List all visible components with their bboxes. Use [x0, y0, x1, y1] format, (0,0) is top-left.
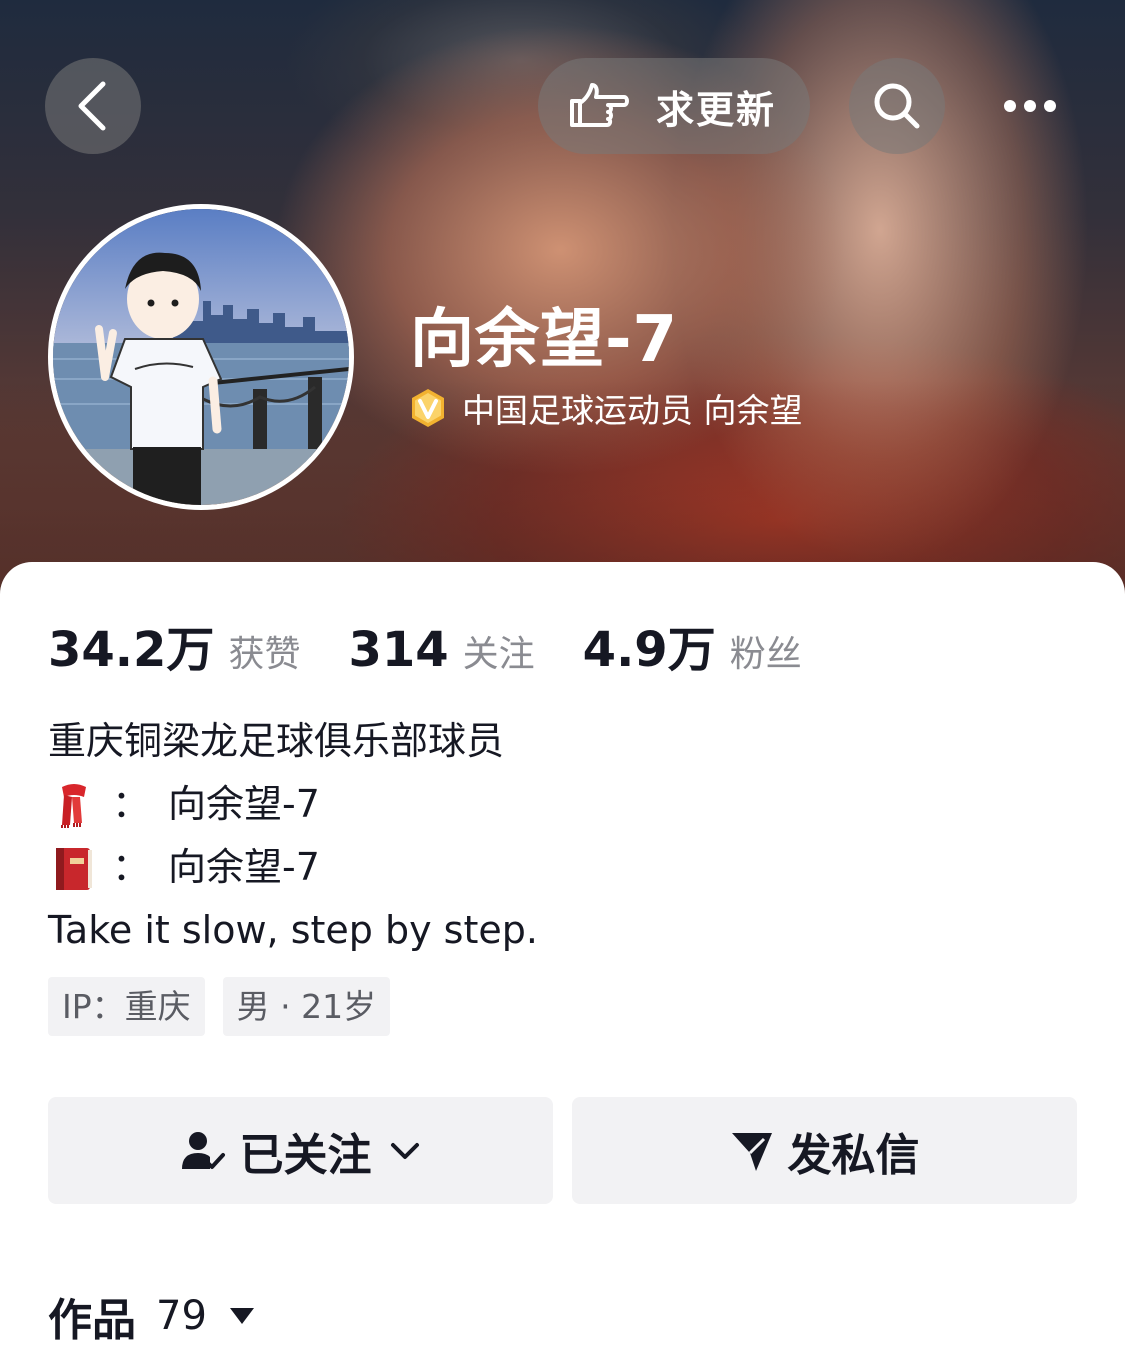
- send-icon: [731, 1132, 772, 1171]
- stats-row: 34.2万 获赞 314 关注 4.9万 粉丝: [48, 610, 850, 680]
- chevron-down-icon: [390, 1142, 419, 1159]
- message-button[interactable]: 发私信: [572, 1097, 1077, 1204]
- nickname: 向余望-7: [410, 303, 679, 377]
- action-buttons: 已关注 发私信: [48, 1097, 1096, 1204]
- verification-text: 中国足球运动员 向余望: [462, 391, 803, 430]
- more-dots-icon: [1004, 100, 1056, 112]
- scarf-emoji-icon: [61, 783, 86, 828]
- profile-card: 34.2万 获赞 314 关注 4.9万 粉丝 重庆铜梁龙足球俱乐部球员 ： 向…: [0, 562, 1125, 1347]
- ip-location-tag: IP：重庆: [48, 977, 205, 1036]
- verification: 中国足球运动员 向余望: [408, 384, 803, 432]
- bio-line: Take it slow, step by step.: [48, 908, 538, 952]
- following-label: 关注: [462, 634, 535, 675]
- bio-line: 重庆铜梁龙足球俱乐部球员: [48, 719, 505, 763]
- back-button[interactable]: [45, 58, 141, 154]
- bio-text: 向余望-7: [168, 782, 320, 826]
- following-stat[interactable]: 314 关注: [348, 622, 534, 678]
- request-update-label: 求更新: [656, 87, 777, 132]
- message-label: 发私信: [787, 1129, 920, 1181]
- verified-badge-icon: [412, 389, 444, 427]
- avatar[interactable]: [48, 204, 354, 510]
- likes-count: 34.2万: [48, 622, 215, 678]
- works-count: 79: [156, 1293, 207, 1339]
- bio-colon: ：: [112, 782, 151, 826]
- user-check-icon: [181, 1131, 225, 1169]
- more-button[interactable]: [985, 78, 1075, 134]
- bio-line: ： 向余望-7: [48, 773, 538, 836]
- works-tab[interactable]: 作品 79: [48, 1284, 257, 1348]
- info-tags: IP：重庆 男 · 21岁: [48, 977, 408, 1036]
- bio: 重庆铜梁龙足球俱乐部球员 ： 向余望-7 ： 向余望-7 Take it slo…: [48, 710, 538, 962]
- followed-button[interactable]: 已关注: [48, 1097, 553, 1204]
- followers-count: 4.9万: [582, 622, 716, 678]
- bio-line: ： 向余望-7: [48, 836, 538, 899]
- likes-label: 获赞: [228, 634, 301, 675]
- likes-stat[interactable]: 34.2万 获赞: [48, 610, 300, 680]
- followers-stat[interactable]: 4.9万 粉丝: [583, 610, 802, 680]
- followers-label: 粉丝: [729, 634, 802, 675]
- gender-age-tag: 男 · 21岁: [222, 977, 391, 1036]
- following-count: 314: [348, 622, 449, 678]
- search-button[interactable]: [849, 58, 945, 154]
- red-book-emoji-icon: [56, 847, 92, 890]
- followed-label: 已关注: [239, 1129, 372, 1181]
- triangle-down-icon: [229, 1308, 254, 1324]
- avatar-illustration: [53, 209, 349, 505]
- bio-text: 向余望-7: [168, 845, 320, 889]
- back-arrow-icon: [78, 81, 106, 131]
- pointing-hand-icon: [570, 83, 629, 127]
- request-update-button[interactable]: 求更新: [538, 58, 810, 154]
- search-icon: [874, 83, 920, 129]
- works-label: 作品: [48, 1295, 136, 1346]
- bio-colon: ：: [112, 845, 151, 889]
